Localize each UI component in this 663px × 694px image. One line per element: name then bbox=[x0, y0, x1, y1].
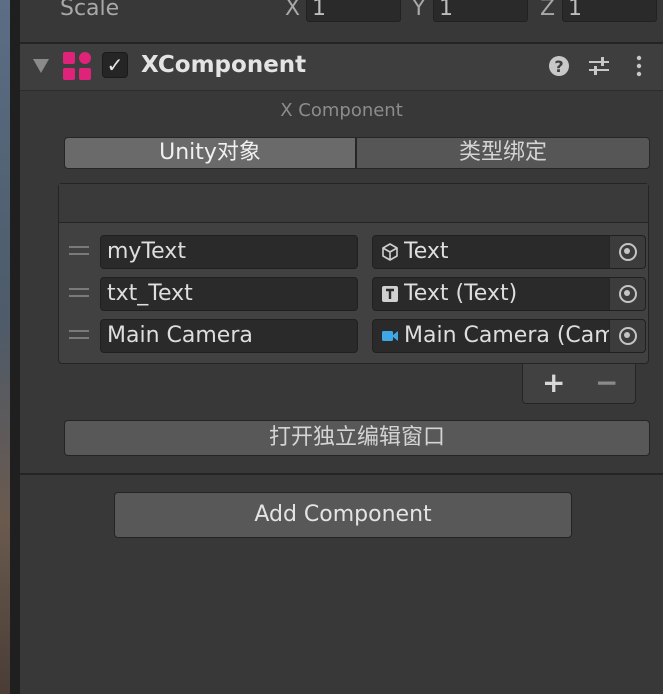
camera-icon bbox=[382, 331, 398, 341]
object-reference-field[interactable]: Text bbox=[372, 235, 646, 269]
cube-icon bbox=[382, 243, 398, 261]
scale-z-field[interactable]: 1 bbox=[562, 0, 657, 22]
component-title: XComponent bbox=[141, 52, 307, 78]
list-item: Main Camera Main Camera (Camera) bbox=[59, 319, 648, 359]
list-footer: + − bbox=[522, 364, 636, 404]
object-reference-field[interactable]: Main Camera (Camera) bbox=[372, 319, 646, 353]
object-reference-label: Main Camera (Camera) bbox=[404, 323, 609, 348]
scale-x-field[interactable]: 1 bbox=[306, 0, 401, 22]
more-options-icon[interactable] bbox=[626, 53, 652, 79]
text-component-icon bbox=[382, 286, 398, 302]
object-picker-icon[interactable] bbox=[609, 320, 645, 352]
window-border bbox=[10, 0, 20, 694]
scale-row: Scale X 1 Y 1 Z 1 bbox=[20, 0, 663, 26]
drag-handle-icon[interactable] bbox=[69, 330, 89, 340]
drag-handle-icon[interactable] bbox=[69, 246, 89, 256]
binding-name-field[interactable]: txt_Text bbox=[100, 277, 358, 311]
add-component-button[interactable]: Add Component bbox=[114, 492, 572, 538]
binding-list: myText Text txt_Text Text (Text) Main Ca… bbox=[58, 183, 649, 364]
tab-unity-objects[interactable]: Unity对象 bbox=[64, 137, 356, 169]
tab-type-binding[interactable]: 类型绑定 bbox=[356, 137, 650, 169]
scene-view-edge bbox=[0, 0, 10, 694]
component-header[interactable]: ✓ XComponent ? bbox=[20, 44, 663, 90]
help-icon[interactable]: ? bbox=[546, 53, 572, 79]
scale-y-field[interactable]: 1 bbox=[433, 0, 528, 22]
drag-handle-icon[interactable] bbox=[69, 288, 89, 298]
component-subtitle: X Component bbox=[280, 100, 403, 121]
scale-z-label[interactable]: Z bbox=[540, 0, 555, 21]
object-picker-icon[interactable] bbox=[609, 278, 645, 310]
component-enabled-checkbox[interactable]: ✓ bbox=[102, 52, 128, 78]
foldout-arrow-icon[interactable] bbox=[33, 59, 49, 73]
component-divider bbox=[20, 473, 663, 475]
remove-item-button[interactable]: − bbox=[595, 366, 618, 399]
inspector-panel: Scale X 1 Y 1 Z 1 ✓ XComponent ? X Compo… bbox=[20, 0, 663, 694]
object-reference-field[interactable]: Text (Text) bbox=[372, 277, 646, 311]
svg-text:?: ? bbox=[554, 57, 563, 76]
object-picker-icon[interactable] bbox=[609, 236, 645, 268]
object-reference-label: Text (Text) bbox=[404, 281, 518, 306]
header-divider bbox=[20, 90, 663, 91]
component-icon bbox=[63, 52, 92, 80]
preset-sliders-icon[interactable] bbox=[586, 53, 612, 79]
open-editor-window-button[interactable]: 打开独立编辑窗口 bbox=[64, 420, 650, 456]
scale-label: Scale bbox=[60, 0, 120, 21]
list-item: txt_Text Text (Text) bbox=[59, 277, 648, 317]
scale-x-label[interactable]: X bbox=[285, 0, 300, 21]
binding-name-field[interactable]: Main Camera bbox=[100, 319, 358, 353]
list-item: myText Text bbox=[59, 235, 648, 275]
binding-name-field[interactable]: myText bbox=[100, 235, 358, 269]
object-reference-label: Text bbox=[404, 239, 449, 264]
list-header bbox=[59, 184, 648, 223]
scale-y-label[interactable]: Y bbox=[412, 0, 425, 21]
add-item-button[interactable]: + bbox=[542, 366, 565, 399]
